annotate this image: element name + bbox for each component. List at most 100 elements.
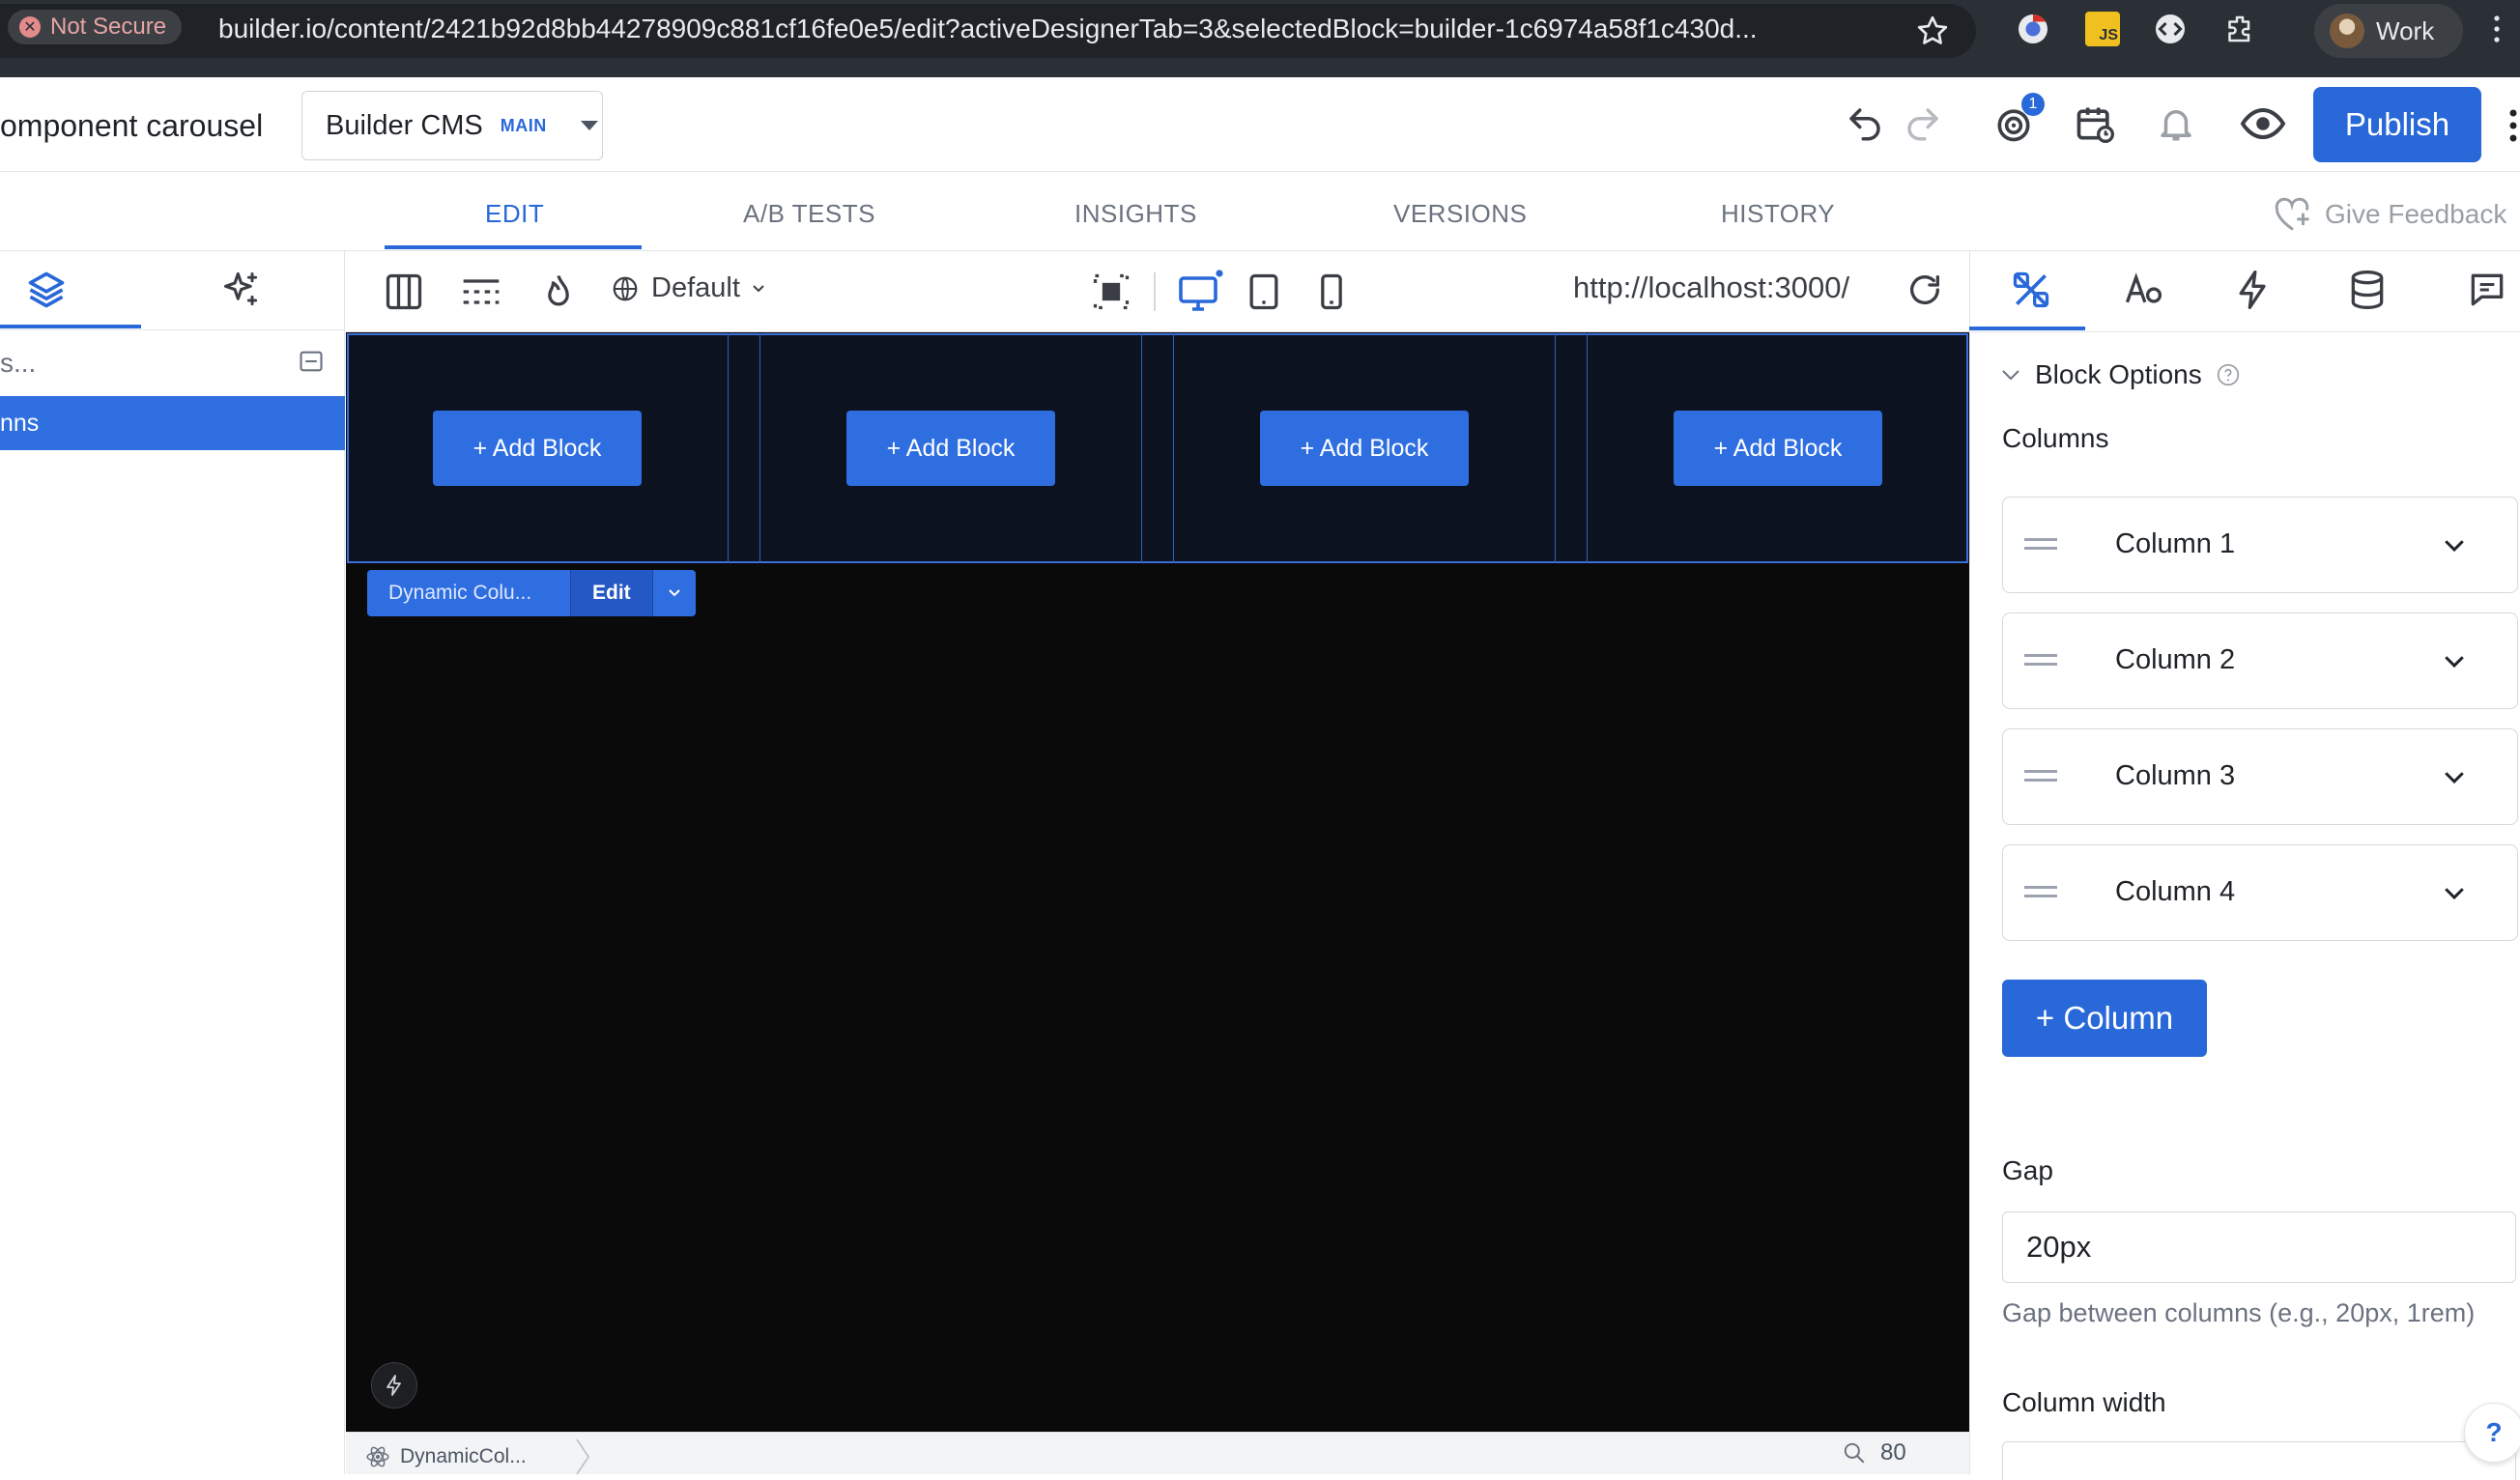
breadcrumb[interactable]: DynamicCol... bbox=[365, 1437, 590, 1476]
reload-icon[interactable] bbox=[1905, 270, 1944, 309]
chevron-down-icon[interactable] bbox=[2440, 530, 2469, 559]
breadcrumb-item[interactable]: DynamicCol... bbox=[400, 1445, 527, 1468]
select-element-icon[interactable] bbox=[1090, 270, 1132, 313]
column-list-item[interactable]: Column 4 bbox=[2002, 844, 2518, 941]
tab-edit[interactable]: EDIT bbox=[485, 199, 544, 229]
security-indicator[interactable]: ✕ Not Secure bbox=[8, 10, 183, 44]
active-tab-indicator bbox=[385, 245, 642, 249]
more-options-icon[interactable] bbox=[2508, 108, 2518, 143]
column-list-item[interactable]: Column 1 bbox=[2002, 497, 2518, 593]
security-label: Not Secure bbox=[50, 14, 167, 40]
layers-icon[interactable] bbox=[25, 269, 68, 311]
add-block-button[interactable]: + Add Block bbox=[1260, 411, 1469, 486]
zoom-control[interactable]: 80 bbox=[1842, 1439, 1906, 1466]
notifications-bell-icon[interactable] bbox=[2151, 99, 2201, 149]
layer-item-selected[interactable]: nns bbox=[0, 396, 345, 450]
style-tools-icon[interactable] bbox=[2010, 269, 2052, 311]
column-list-item[interactable]: Column 2 bbox=[2002, 612, 2518, 709]
space-branch-badge: MAIN bbox=[500, 115, 547, 135]
ai-sparkle-icon[interactable] bbox=[220, 269, 263, 311]
devtools-extension-icon[interactable] bbox=[2153, 12, 2188, 46]
column-width-label: Column width bbox=[2002, 1387, 2166, 1417]
puzzle-extensions-icon[interactable] bbox=[2222, 12, 2257, 46]
targeting-count-badge: 1 bbox=[2021, 93, 2045, 116]
typography-icon[interactable] bbox=[2122, 269, 2164, 311]
add-block-button[interactable]: + Add Block bbox=[433, 411, 642, 486]
preview-eye-icon[interactable] bbox=[2238, 99, 2288, 149]
collapse-all-icon[interactable] bbox=[298, 348, 325, 375]
tablet-view-icon[interactable] bbox=[1243, 270, 1285, 313]
active-left-tab-indicator bbox=[0, 325, 141, 328]
heatmap-flame-icon[interactable] bbox=[537, 270, 580, 313]
give-feedback-label: Give Feedback bbox=[2325, 199, 2507, 229]
column-item-label: Column 1 bbox=[2115, 528, 2236, 559]
zoom-value: 80 bbox=[1880, 1439, 1906, 1466]
designer-tabs bbox=[0, 172, 2520, 251]
selected-block-name[interactable]: Dynamic Colu... bbox=[367, 570, 570, 616]
tab-ab-tests[interactable]: A/B TESTS bbox=[743, 199, 875, 229]
column-item-label: Column 3 bbox=[2115, 760, 2236, 791]
bookmark-star-icon[interactable] bbox=[1915, 14, 1950, 48]
heart-feedback-icon bbox=[2273, 197, 2311, 232]
gap-label: Gap bbox=[2002, 1155, 2053, 1185]
add-column-button[interactable]: + Column bbox=[2002, 980, 2207, 1057]
layer-item-label: nns bbox=[0, 409, 40, 437]
columns-layout-icon[interactable] bbox=[383, 270, 425, 313]
selected-block-toolbar: Dynamic Colu... Edit bbox=[367, 570, 696, 616]
block-options-title: Block Options bbox=[2035, 359, 2202, 389]
schedule-calendar-icon[interactable] bbox=[2070, 99, 2120, 149]
column-width-input[interactable] bbox=[2002, 1441, 2516, 1480]
drag-handle-icon[interactable] bbox=[2024, 886, 2057, 897]
help-circle-icon[interactable] bbox=[2216, 362, 2241, 387]
locale-dropdown[interactable]: Default bbox=[611, 272, 765, 304]
space-selector[interactable]: Builder CMS MAIN bbox=[301, 91, 603, 160]
drag-handle-icon[interactable] bbox=[2024, 654, 2057, 666]
comments-icon[interactable] bbox=[2466, 269, 2508, 311]
give-feedback-button[interactable]: Give Feedback bbox=[2273, 197, 2506, 232]
interactions-bolt-icon[interactable] bbox=[2232, 269, 2275, 311]
drag-handle-icon[interactable] bbox=[2024, 770, 2057, 782]
chevron-down-icon[interactable] bbox=[2440, 878, 2469, 907]
undo-icon[interactable] bbox=[1840, 99, 1890, 149]
publish-button[interactable]: Publish bbox=[2313, 87, 2481, 162]
chevron-down-icon[interactable] bbox=[2440, 762, 2469, 791]
preview-url-input[interactable]: http://localhost:3000/ bbox=[1573, 270, 1849, 305]
toolbar-divider bbox=[1154, 272, 1156, 311]
locale-label: Default bbox=[651, 272, 740, 303]
tab-versions[interactable]: VERSIONS bbox=[1393, 199, 1527, 229]
add-block-button[interactable]: + Add Block bbox=[846, 411, 1055, 486]
columns-section-label: Columns bbox=[2002, 423, 2109, 453]
url-text[interactable]: builder.io/content/2421b92d8bb44278909c8… bbox=[218, 14, 1880, 44]
data-database-icon[interactable] bbox=[2346, 269, 2389, 311]
profile-avatar bbox=[2330, 14, 2364, 48]
breadcrumb-separator-icon bbox=[575, 1437, 590, 1476]
redo-icon[interactable] bbox=[1898, 99, 1948, 149]
kebab-menu-icon[interactable] bbox=[2491, 14, 2503, 44]
desktop-view-icon[interactable] bbox=[1177, 269, 1223, 315]
chrome-extension-icon[interactable] bbox=[2016, 12, 2050, 46]
block-options-header[interactable]: Block Options bbox=[2000, 359, 2241, 390]
zoom-icon bbox=[1842, 1440, 1867, 1466]
profile-button[interactable]: Work bbox=[2314, 4, 2463, 58]
spacing-guides-icon[interactable] bbox=[460, 270, 502, 313]
content-title[interactable]: omponent carousel bbox=[0, 108, 263, 144]
mobile-view-icon[interactable] bbox=[1310, 270, 1353, 313]
js-extension-icon[interactable]: JS bbox=[2085, 12, 2120, 46]
warning-icon: ✕ bbox=[19, 16, 41, 38]
tab-insights[interactable]: INSIGHTS bbox=[1074, 199, 1197, 229]
chevron-down-icon[interactable] bbox=[2440, 646, 2469, 675]
chevron-down-icon bbox=[2000, 368, 2021, 382]
add-block-button[interactable]: + Add Block bbox=[1674, 411, 1882, 486]
gap-input[interactable]: 20px bbox=[2002, 1211, 2516, 1283]
drag-handle-icon[interactable] bbox=[2024, 538, 2057, 550]
edit-block-button[interactable]: Edit bbox=[570, 570, 652, 616]
globe-icon bbox=[611, 274, 640, 303]
help-button[interactable]: ? bbox=[2464, 1403, 2520, 1463]
layers-search-input[interactable]: s... bbox=[0, 348, 36, 379]
block-menu-chevron-icon[interactable] bbox=[651, 570, 696, 616]
profile-label: Work bbox=[2376, 15, 2435, 45]
tab-history[interactable]: HISTORY bbox=[1721, 199, 1835, 229]
column-list-item[interactable]: Column 3 bbox=[2002, 728, 2518, 825]
actions-bolt-icon[interactable] bbox=[371, 1362, 417, 1409]
column-item-label: Column 4 bbox=[2115, 876, 2236, 907]
